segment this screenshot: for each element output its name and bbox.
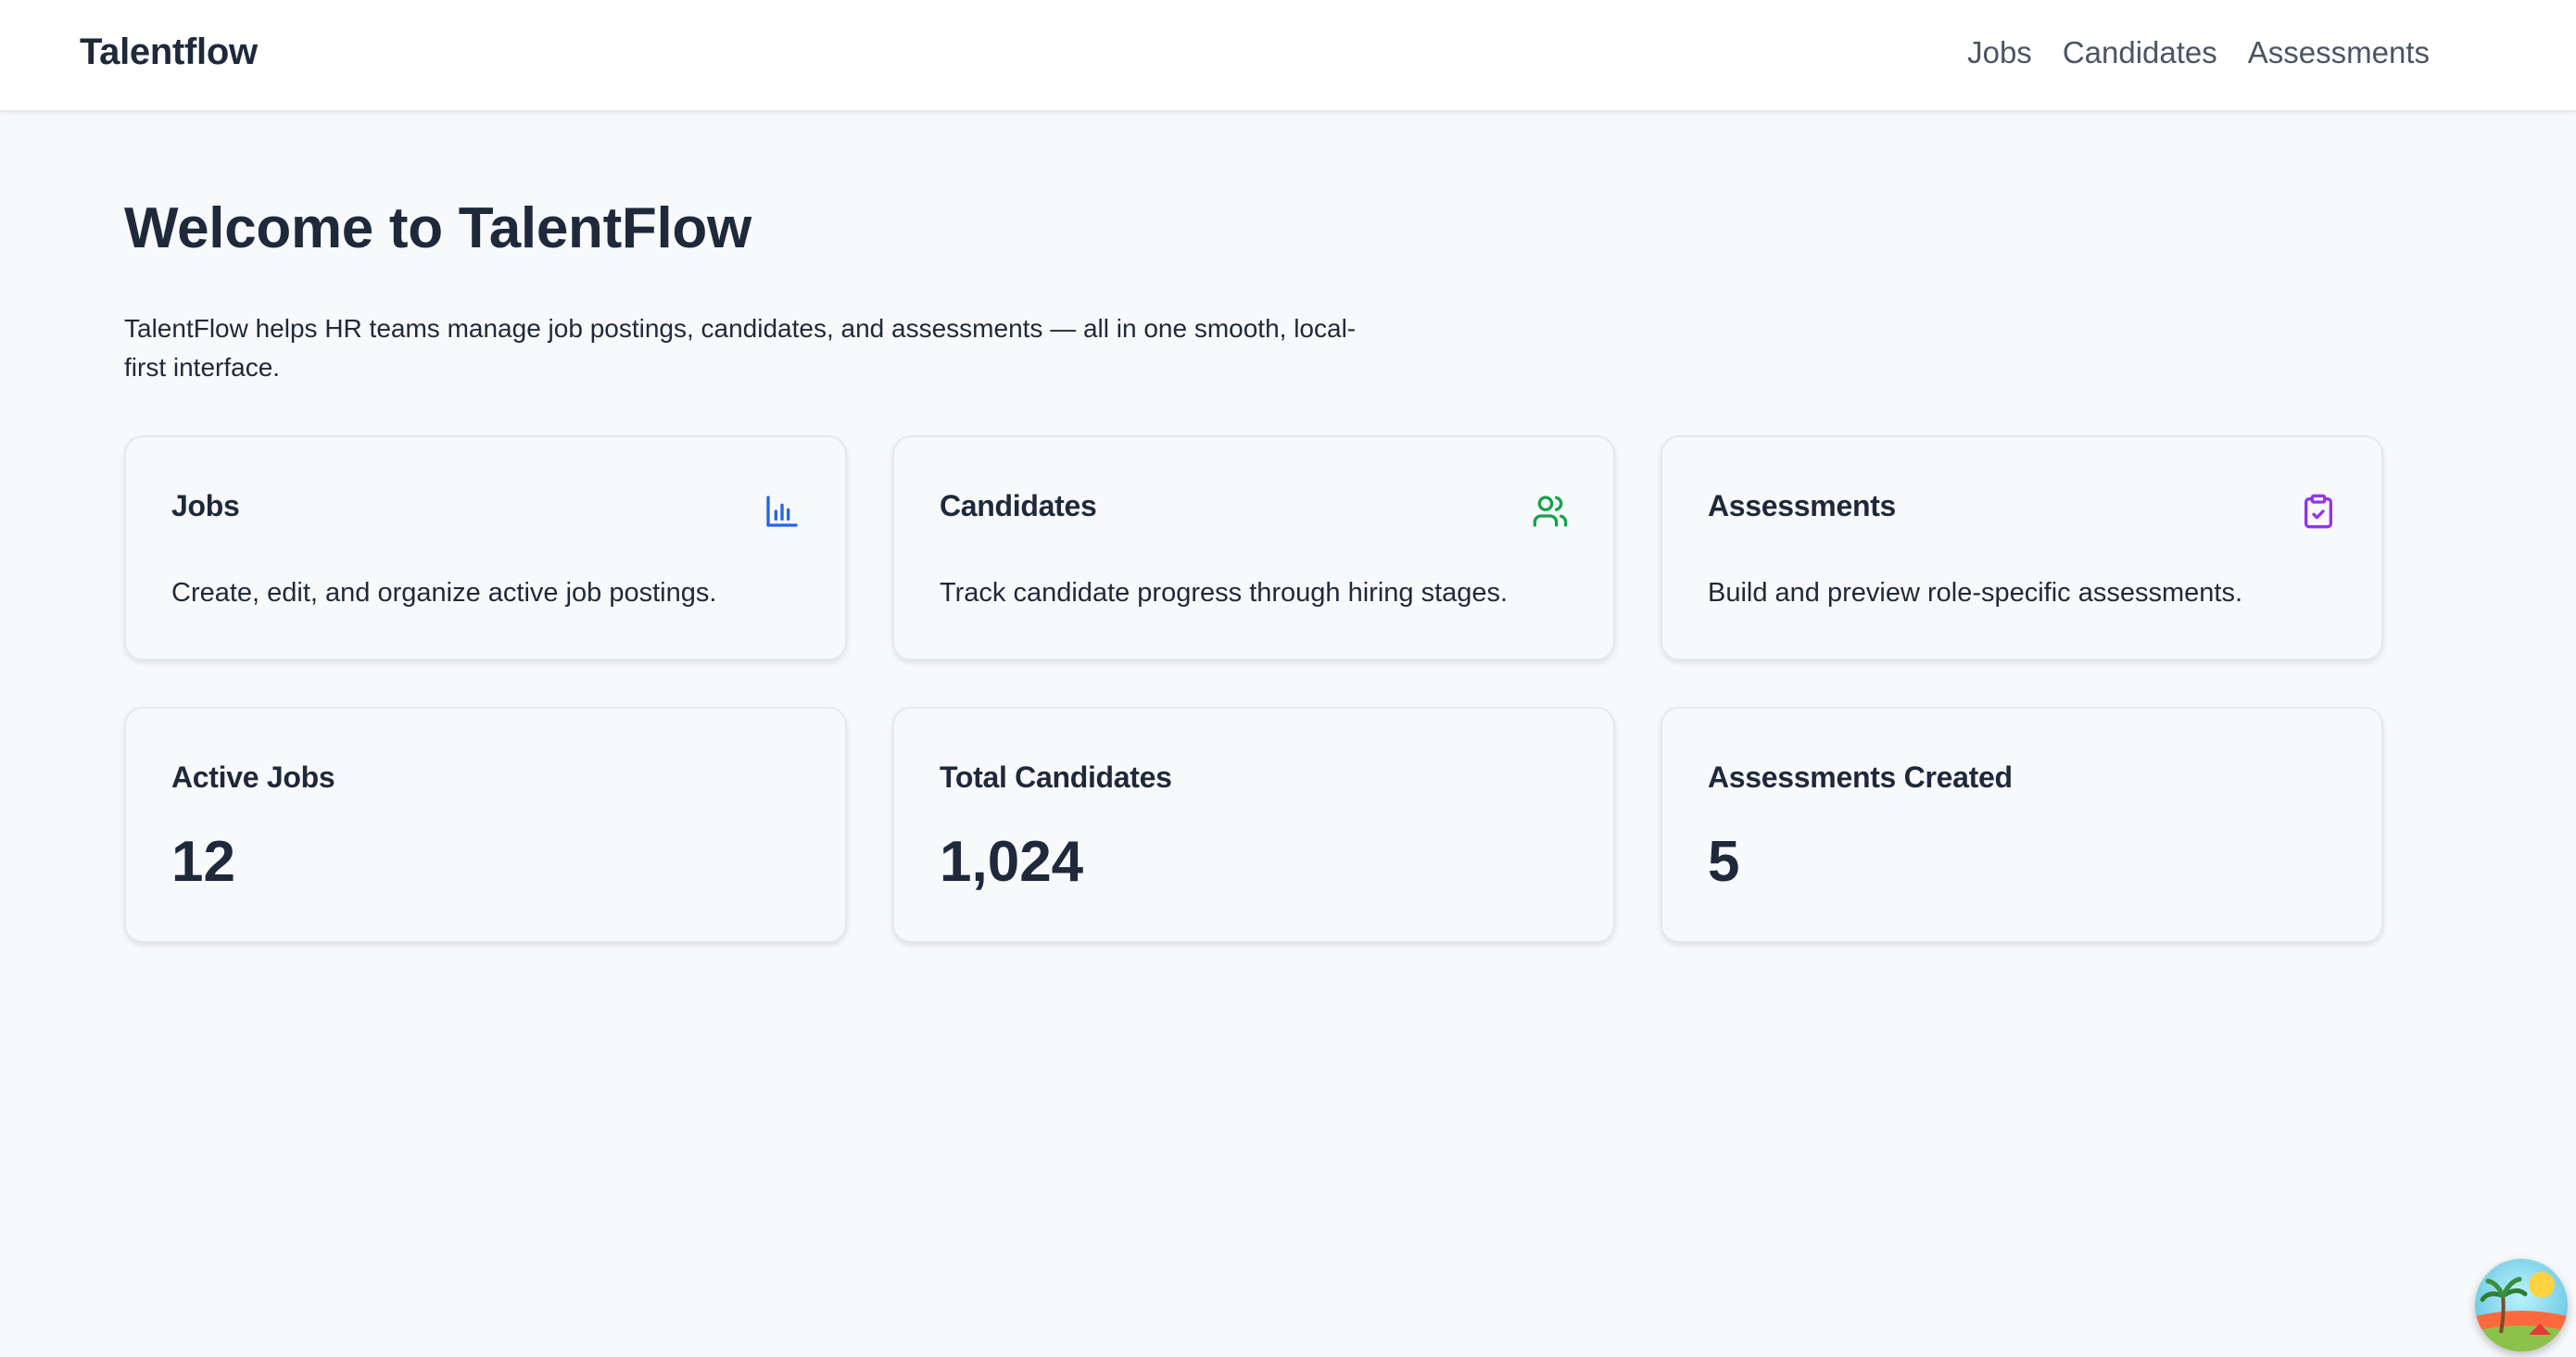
- stat-card-active-jobs: Active Jobs 12: [124, 707, 847, 943]
- brand-logo[interactable]: Talentflow: [80, 31, 258, 73]
- stat-card-assessments-created: Assessments Created 5: [1661, 707, 2383, 943]
- main-content: Welcome to TalentFlow TalentFlow helps H…: [124, 195, 2385, 387]
- feature-card-jobs[interactable]: Jobs Create, edit, and organize active j…: [124, 435, 847, 660]
- feature-card-title: Assessments: [1708, 489, 1897, 522]
- feature-card-description: Create, edit, and organize active job po…: [171, 578, 717, 608]
- stat-card-value: 5: [1708, 830, 1740, 894]
- feature-card-description: Track candidate progress through hiring …: [940, 578, 1509, 608]
- feature-card-candidates[interactable]: Candidates Track candidate progress thro…: [892, 435, 1615, 660]
- feature-cards: Jobs Create, edit, and organize active j…: [124, 435, 2383, 660]
- nav-link-assessments[interactable]: Assessments: [2248, 35, 2430, 70]
- nav-link-jobs[interactable]: Jobs: [1967, 35, 2032, 70]
- stat-card-value: 12: [171, 830, 235, 894]
- nav-link-candidates[interactable]: Candidates: [2063, 35, 2217, 70]
- bar-chart-icon: [764, 493, 801, 530]
- stat-card-label: Active Jobs: [171, 760, 335, 794]
- top-navbar: Talentflow Jobs Candidates Assessments: [0, 0, 2576, 112]
- feature-card-title: Jobs: [171, 489, 240, 522]
- stat-cards: Active Jobs 12 Total Candidates 1,024 As…: [124, 707, 2383, 943]
- stat-card-total-candidates: Total Candidates 1,024: [892, 707, 1615, 943]
- feature-card-description: Build and preview role-specific assessme…: [1708, 578, 2243, 608]
- clipboard-check-icon: [2300, 493, 2337, 530]
- stat-card-label: Total Candidates: [940, 760, 1172, 794]
- stat-card-label: Assessments Created: [1708, 760, 2013, 794]
- stat-card-value: 1,024: [940, 830, 1084, 894]
- intro-text: TalentFlow helps HR teams manage job pos…: [124, 314, 1357, 383]
- feature-card-title: Candidates: [940, 489, 1097, 522]
- page-title: Welcome to TalentFlow: [124, 196, 751, 260]
- nav-links: Jobs Candidates Assessments: [1967, 35, 2430, 70]
- beach-island-icon: [2475, 1272, 2568, 1351]
- assistant-avatar-button[interactable]: [2475, 1259, 2568, 1351]
- feature-card-assessments[interactable]: Assessments Build and preview role-speci…: [1661, 435, 2383, 660]
- users-icon: [1532, 493, 1569, 530]
